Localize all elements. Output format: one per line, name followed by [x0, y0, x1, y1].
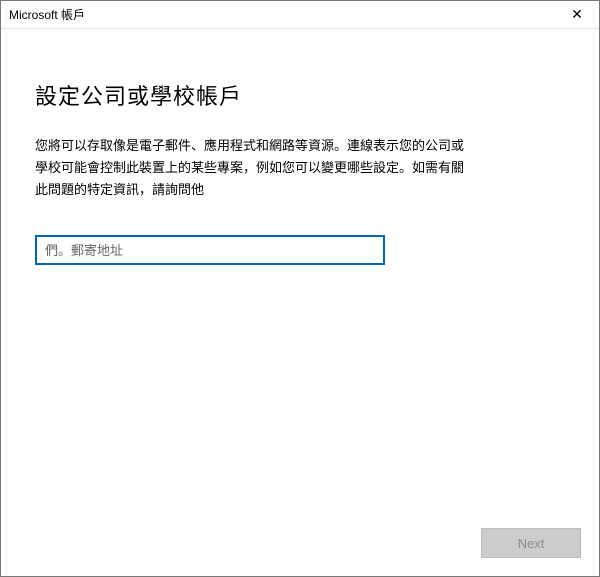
content-area: 設定公司或學校帳戶 您將可以存取像是電子郵件、應用程式和網路等資源。連線表示您的… — [1, 29, 599, 528]
email-input[interactable] — [35, 235, 385, 265]
description-text: 您將可以存取像是電子郵件、應用程式和網路等資源。連線表示您的公司或學校可能會控制… — [35, 135, 475, 201]
page-title: 設定公司或學校帳戶 — [35, 79, 565, 111]
titlebar: Microsoft 帳戶 ✕ — [1, 1, 599, 29]
footer: Next — [1, 528, 599, 576]
close-icon: ✕ — [571, 6, 583, 23]
next-button[interactable]: Next — [481, 528, 581, 558]
window-title: Microsoft 帳戶 — [9, 6, 85, 23]
close-button[interactable]: ✕ — [555, 1, 599, 29]
dialog-window: Microsoft 帳戶 ✕ 設定公司或學校帳戶 您將可以存取像是電子郵件、應用… — [0, 0, 600, 577]
